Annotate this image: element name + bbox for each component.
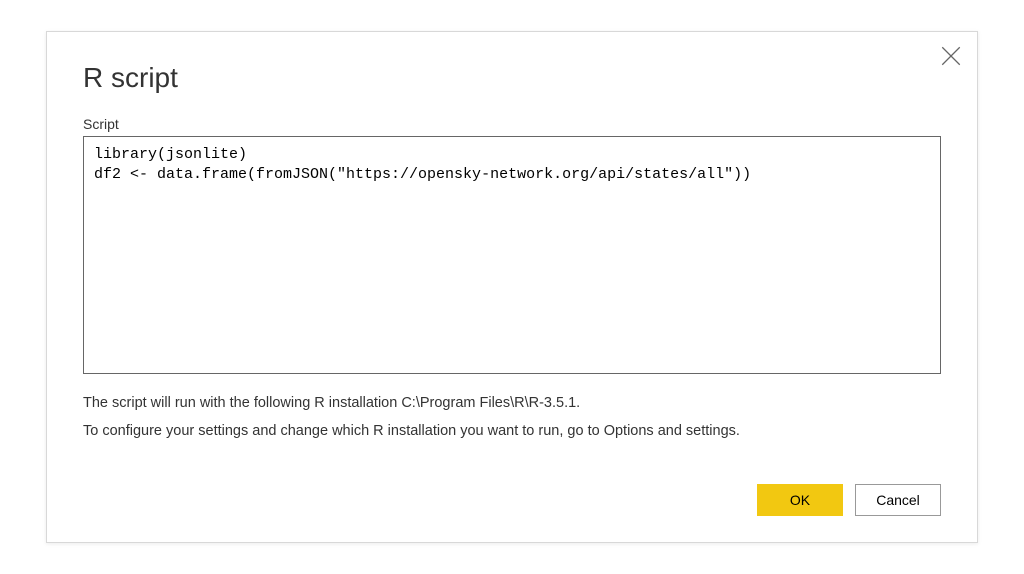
close-icon — [941, 46, 961, 66]
ok-button[interactable]: OK — [757, 484, 843, 516]
info-line-1: The script will run with the following R… — [83, 390, 941, 418]
r-script-dialog: R script Script The script will run with… — [46, 31, 978, 543]
close-button[interactable] — [941, 46, 961, 66]
script-input[interactable] — [83, 136, 941, 374]
info-text-block: The script will run with the following R… — [83, 390, 941, 445]
button-row: OK Cancel — [83, 484, 941, 516]
cancel-button[interactable]: Cancel — [855, 484, 941, 516]
dialog-title: R script — [83, 62, 941, 94]
script-label: Script — [83, 116, 941, 132]
info-line-2: To configure your settings and change wh… — [83, 418, 941, 446]
